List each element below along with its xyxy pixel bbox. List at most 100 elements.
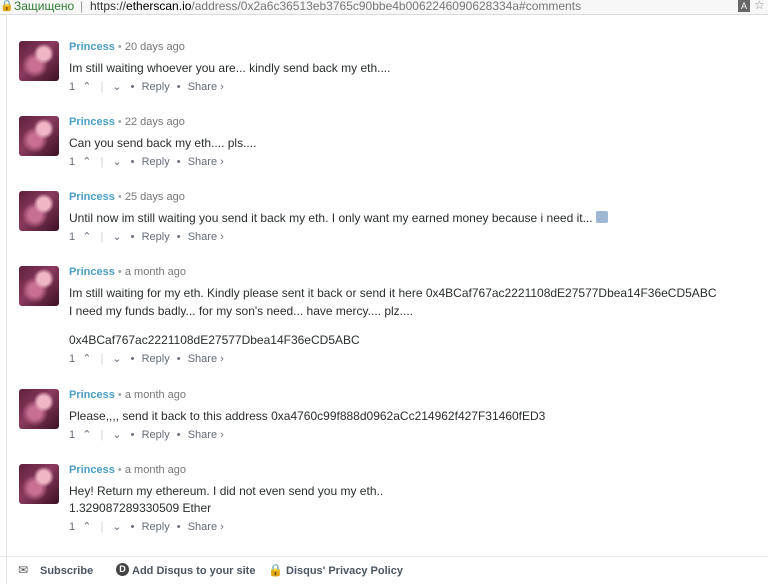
- avatar[interactable]: [19, 389, 59, 429]
- comment-text-line: 0x4BCaf767ac2221108dE27577Dbea14F36eCD5A…: [69, 333, 360, 347]
- chevron-up-icon[interactable]: ⌃: [82, 352, 91, 365]
- bookmark-star-icon[interactable]: ☆: [754, 0, 765, 11]
- meta-dot: •: [117, 116, 122, 128]
- chevron-down-icon[interactable]: ⌄: [112, 80, 121, 93]
- share-button[interactable]: Share ›: [188, 81, 224, 93]
- share-button[interactable]: Share ›: [188, 521, 224, 533]
- meta-dot: •: [117, 266, 122, 278]
- url-text[interactable]: https://etherscan.io/address/0x2a6c36513…: [90, 0, 581, 12]
- comment-text: Please,,,, send it back to this address …: [69, 409, 546, 423]
- lock-icon: 🔒: [268, 563, 283, 577]
- vote-count: 1: [69, 81, 76, 93]
- chevron-up-icon[interactable]: ⌃: [82, 155, 91, 168]
- comment-time[interactable]: a month ago: [125, 464, 186, 476]
- comment-time[interactable]: 22 days ago: [125, 116, 185, 128]
- comment-text-line: Hey! Return my ethereum. I did not even …: [69, 484, 384, 498]
- share-button[interactable]: Share ›: [188, 429, 224, 441]
- chevron-down-icon[interactable]: ⌄: [112, 428, 121, 441]
- comment-actions: 1 ⌃ | ⌄ • Reply • Share ›: [69, 428, 224, 441]
- chevron-up-icon[interactable]: ⌃: [82, 80, 91, 93]
- comment-text: Im still waiting whoever you are... kind…: [69, 61, 391, 75]
- action-dot: •: [130, 429, 135, 441]
- comment-author[interactable]: Princess: [69, 389, 115, 401]
- avatar[interactable]: [19, 464, 59, 504]
- vote-divider: |: [100, 521, 104, 533]
- url-scheme: https://: [90, 0, 127, 13]
- action-dot: •: [130, 156, 135, 168]
- meta-dot: •: [117, 41, 122, 53]
- meta-dot: •: [117, 464, 122, 476]
- avatar[interactable]: [19, 41, 59, 81]
- comment-actions: 1 ⌃ | ⌄ • Reply • Share ›: [69, 352, 224, 365]
- vote-divider: |: [100, 81, 104, 93]
- action-dot: •: [176, 353, 181, 365]
- reply-button[interactable]: Reply: [142, 429, 170, 441]
- vote-divider: |: [100, 231, 104, 243]
- address-bar[interactable]: 🔒 Защищено | https://etherscan.io/addres…: [0, 0, 768, 15]
- comment-actions: 1 ⌃ | ⌄ • Reply • Share ›: [69, 230, 224, 243]
- action-dot: •: [176, 156, 181, 168]
- share-button[interactable]: Share ›: [188, 353, 224, 365]
- comment-author[interactable]: Princess: [69, 266, 115, 278]
- chevron-down-icon[interactable]: ⌄: [112, 520, 121, 533]
- comment-text-line: I need my funds badly... for my son's ne…: [69, 304, 413, 318]
- share-button[interactable]: Share ›: [188, 231, 224, 243]
- comment-author[interactable]: Princess: [69, 41, 115, 53]
- comment-author[interactable]: Princess: [69, 191, 115, 203]
- vote-count: 1: [69, 521, 76, 533]
- chevron-down-icon[interactable]: ⌄: [112, 230, 121, 243]
- reply-button[interactable]: Reply: [142, 81, 170, 93]
- disqus-logo-icon: D: [116, 563, 129, 576]
- vote-divider: |: [100, 429, 104, 441]
- privacy-policy-link[interactable]: Disqus' Privacy Policy: [286, 565, 403, 577]
- comment-text: Can you send back my eth.... pls....: [69, 136, 257, 150]
- address-separator: |: [80, 0, 84, 13]
- comment-time[interactable]: 25 days ago: [125, 191, 185, 203]
- secure-label: Защищено: [14, 0, 75, 13]
- thread-rule: [6, 16, 7, 584]
- comment-actions: 1 ⌃ | ⌄ • Reply • Share ›: [69, 80, 224, 93]
- meta-dot: •: [117, 389, 122, 401]
- chevron-down-icon[interactable]: ⌄: [112, 155, 121, 168]
- chevron-up-icon[interactable]: ⌃: [82, 520, 91, 533]
- chevron-down-icon[interactable]: ⌄: [112, 352, 121, 365]
- action-dot: •: [130, 521, 135, 533]
- vote-count: 1: [69, 156, 76, 168]
- share-button[interactable]: Share ›: [188, 156, 224, 168]
- comment-time[interactable]: a month ago: [125, 266, 186, 278]
- vote-count: 1: [69, 353, 76, 365]
- avatar[interactable]: [19, 116, 59, 156]
- translate-icon[interactable]: A: [738, 0, 750, 12]
- chevron-up-icon[interactable]: ⌃: [82, 428, 91, 441]
- comment-time[interactable]: 20 days ago: [125, 41, 185, 53]
- emoji-icon: [595, 211, 608, 223]
- action-dot: •: [130, 353, 135, 365]
- vote-count: 1: [69, 429, 76, 441]
- add-disqus-link[interactable]: Add Disqus to your site: [132, 565, 255, 577]
- reply-button[interactable]: Reply: [142, 353, 170, 365]
- comment-author[interactable]: Princess: [69, 464, 115, 476]
- comment-time[interactable]: a month ago: [125, 389, 186, 401]
- envelope-icon[interactable]: ✉: [18, 563, 28, 577]
- subscribe-link[interactable]: Subscribe: [40, 565, 93, 577]
- reply-button[interactable]: Reply: [142, 156, 170, 168]
- comment-actions: 1 ⌃ | ⌄ • Reply • Share ›: [69, 520, 224, 533]
- avatar[interactable]: [19, 266, 59, 306]
- comment-author[interactable]: Princess: [69, 116, 115, 128]
- vote-divider: |: [100, 156, 104, 168]
- meta-dot: •: [117, 191, 122, 203]
- action-dot: •: [176, 429, 181, 441]
- reply-button[interactable]: Reply: [142, 231, 170, 243]
- reply-button[interactable]: Reply: [142, 521, 170, 533]
- vote-divider: |: [100, 353, 104, 365]
- avatar[interactable]: [19, 191, 59, 231]
- action-dot: •: [176, 81, 181, 93]
- action-dot: •: [176, 521, 181, 533]
- action-dot: •: [176, 231, 181, 243]
- vote-count: 1: [69, 231, 76, 243]
- url-host: etherscan.io: [126, 0, 192, 13]
- url-path: /address/0x2a6c36513eb3765c90bbe4b006224…: [191, 0, 582, 13]
- action-dot: •: [130, 231, 135, 243]
- lock-icon: 🔒: [0, 0, 14, 12]
- chevron-up-icon[interactable]: ⌃: [82, 230, 91, 243]
